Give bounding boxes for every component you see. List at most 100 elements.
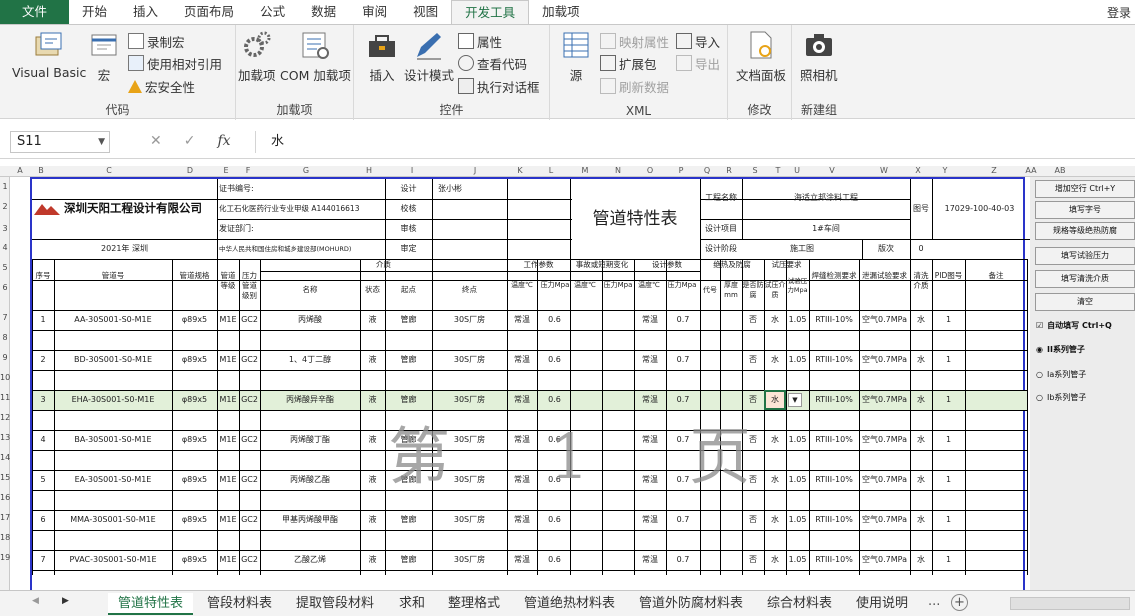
panel-button-3[interactable]: 填写试验压力 <box>1035 247 1135 265</box>
table-cell[interactable]: 甲基丙烯酸甲酯 <box>260 510 360 530</box>
table-cell[interactable]: 1 <box>932 430 965 450</box>
panel-button-4[interactable]: 填写清洗介质 <box>1035 270 1135 288</box>
panel-button-2[interactable]: 规格等级绝热防腐 <box>1035 222 1135 240</box>
table-cell[interactable]: RTIII-10% <box>809 430 859 450</box>
visual-basic-button[interactable]: Visual Basic <box>12 29 86 80</box>
table-cell[interactable]: 压力Mpa <box>602 271 634 309</box>
table-cell[interactable]: 1 <box>932 390 965 410</box>
ribbon-tab-5[interactable]: 数据 <box>298 0 349 24</box>
column-header-k[interactable]: K <box>512 166 528 175</box>
table-cell[interactable]: 否 <box>742 310 764 330</box>
table-cell[interactable]: 常温 <box>507 350 537 370</box>
table-cell[interactable]: 压力Mpa <box>539 271 571 309</box>
formula-input[interactable]: 水 <box>255 131 1135 153</box>
document-panel-button[interactable]: 文档面板 <box>736 29 786 84</box>
table-cell[interactable]: 丙烯酸异辛酯 <box>260 390 360 410</box>
table-cell[interactable]: 液 <box>360 390 385 410</box>
table-cell[interactable]: 4 <box>32 430 54 450</box>
row-header-18[interactable]: 18 <box>0 533 10 542</box>
row-header-2[interactable]: 2 <box>0 202 10 211</box>
login-link[interactable]: 登录 <box>1107 4 1131 21</box>
table-cell[interactable]: 温度℃ <box>507 271 537 309</box>
table-cell[interactable]: 水 <box>910 510 932 530</box>
table-cell[interactable]: BD-30S001-S0-M1E <box>54 350 172 370</box>
table-cell[interactable]: 空气0.7MPa <box>859 470 910 490</box>
table-cell[interactable]: 空气0.7MPa <box>859 390 910 410</box>
table-cell[interactable]: 2 <box>32 350 54 370</box>
row-header-4[interactable]: 4 <box>0 243 10 252</box>
table-cell[interactable]: 1 <box>32 310 54 330</box>
table-cell[interactable]: 0 <box>910 239 932 259</box>
column-header-j[interactable]: J <box>467 166 483 175</box>
table-cell[interactable]: 常温 <box>634 350 666 370</box>
table-cell[interactable]: φ89x5 <box>172 350 217 370</box>
table-cell[interactable]: PID图号 <box>932 259 965 309</box>
table-cell[interactable]: 管道规格 <box>172 259 217 309</box>
record-macro-button[interactable]: 录制宏 <box>128 31 185 51</box>
table-cell[interactable]: 状态 <box>360 271 385 309</box>
sheet-tab-3[interactable]: 求和 <box>389 593 435 615</box>
scroll-right-icon[interactable]: ▶ <box>62 596 69 606</box>
panel-button-5[interactable]: 清空 <box>1035 293 1135 311</box>
column-header-d[interactable]: D <box>182 166 198 175</box>
sheet-tab-5[interactable]: 管道绝热材料表 <box>514 593 625 615</box>
table-cell[interactable]: 否 <box>742 550 764 570</box>
table-cell[interactable]: GC2 <box>239 430 260 450</box>
table-cell[interactable]: 0.6 <box>539 510 570 530</box>
table-cell[interactable]: 1 <box>932 510 965 530</box>
table-cell[interactable]: 空气0.7MPa <box>859 550 910 570</box>
table-cell[interactable]: 设计 <box>385 179 432 199</box>
table-cell[interactable]: 否 <box>742 510 764 530</box>
table-cell[interactable]: 管廊 <box>385 550 432 570</box>
table-cell[interactable]: 试验压力Mpa <box>786 271 809 309</box>
macro-security-button[interactable]: 宏安全性 <box>128 76 195 96</box>
table-cell[interactable]: 管道等级 <box>217 259 239 309</box>
refresh-data-button[interactable]: 刷新数据 <box>600 76 669 96</box>
table-cell[interactable]: 审定 <box>385 239 432 259</box>
table-cell[interactable]: 水 <box>910 350 932 370</box>
table-cell[interactable]: 空气0.7MPa <box>859 430 910 450</box>
table-cell[interactable]: 版次 <box>862 239 910 259</box>
table-cell[interactable]: 管道特性表 <box>570 179 700 259</box>
table-cell[interactable]: 设计阶段 <box>700 239 742 259</box>
name-box[interactable]: S11 ▼ <box>10 131 110 153</box>
table-cell[interactable]: 空气0.7MPa <box>859 510 910 530</box>
table-cell[interactable]: RTIII-10% <box>809 550 859 570</box>
table-cell[interactable]: 常温 <box>634 310 666 330</box>
table-cell[interactable]: M1E <box>217 310 239 330</box>
column-header-ab[interactable]: AB <box>1052 166 1068 175</box>
table-cell[interactable]: 液 <box>360 550 385 570</box>
row-header-10[interactable]: 10 <box>0 373 10 382</box>
scroll-left-icon[interactable]: ◀ <box>32 596 39 606</box>
row-header-13[interactable]: 13 <box>0 433 10 442</box>
table-cell[interactable]: 空气0.7MPa <box>859 310 910 330</box>
addins-button[interactable]: 加载项 <box>238 29 276 84</box>
ribbon-tab-4[interactable]: 公式 <box>247 0 298 24</box>
column-header-v[interactable]: V <box>824 166 840 175</box>
table-cell[interactable]: 常温 <box>634 550 666 570</box>
table-cell[interactable]: M1E <box>217 430 239 450</box>
table-cell[interactable]: 试压要求 <box>764 259 809 271</box>
column-header-x[interactable]: X <box>910 166 926 175</box>
table-cell[interactable]: 常温 <box>507 510 537 530</box>
table-cell[interactable]: 管廊 <box>385 310 432 330</box>
table-cell[interactable]: 丙烯酸 <box>260 310 360 330</box>
table-cell[interactable]: GC2 <box>239 350 260 370</box>
column-header-m[interactable]: M <box>577 166 593 175</box>
table-cell[interactable]: M1E <box>217 470 239 490</box>
column-header-y[interactable]: Y <box>937 166 953 175</box>
table-cell[interactable]: 5 <box>32 470 54 490</box>
table-cell[interactable]: 2021年 深圳 <box>32 239 217 259</box>
table-cell[interactable]: GC2 <box>239 550 260 570</box>
row-header-3[interactable]: 3 <box>0 224 10 233</box>
row-header-15[interactable]: 15 <box>0 473 10 482</box>
insert-control-button[interactable]: 插入 <box>366 29 398 84</box>
run-dialog-button[interactable]: 执行对话框 <box>458 76 540 96</box>
ribbon-tab-3[interactable]: 页面布局 <box>171 0 247 24</box>
ribbon-tab-7[interactable]: 视图 <box>400 0 451 24</box>
column-header-n[interactable]: N <box>610 166 626 175</box>
table-cell[interactable]: 图号 <box>910 179 932 239</box>
table-cell[interactable]: 液 <box>360 510 385 530</box>
column-header-w[interactable]: W <box>876 166 892 175</box>
table-cell[interactable]: 序号 <box>32 259 54 309</box>
